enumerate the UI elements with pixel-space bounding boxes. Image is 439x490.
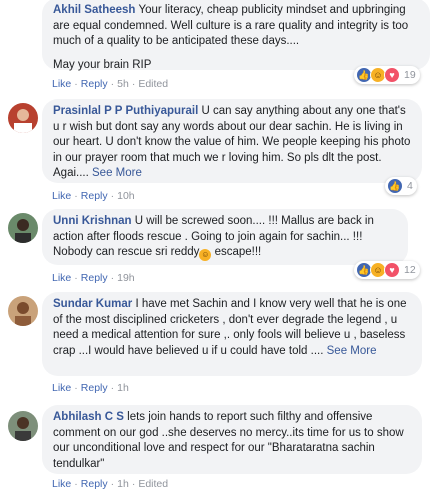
comment-actions: Like · Reply · 1h · Edited <box>52 478 169 490</box>
comment-author[interactable]: Unni Krishnan <box>53 215 132 227</box>
comment-actions: Like · Reply · 10h <box>52 190 135 202</box>
comment-time[interactable]: 19h <box>117 272 135 284</box>
love-icon: ♥ <box>384 262 400 278</box>
like-link[interactable]: Like <box>52 478 71 490</box>
comment-author[interactable]: Sundar Kumar <box>53 298 132 310</box>
avatar[interactable] <box>8 296 38 326</box>
laughing-emoji-icon: ☺ <box>199 249 212 261</box>
reaction-summary[interactable]: 👍 ☺ ♥ 19 <box>354 66 420 84</box>
reaction-summary[interactable]: 👍 4 <box>385 177 417 195</box>
like-link[interactable]: Like <box>52 272 71 284</box>
reaction-count: 19 <box>404 69 416 81</box>
reaction-count: 12 <box>404 264 416 276</box>
comment-author[interactable]: Abhilash C S <box>53 411 124 423</box>
reply-link[interactable]: Reply <box>81 478 108 490</box>
avatar[interactable] <box>8 411 38 441</box>
edited-label[interactable]: Edited <box>138 478 168 490</box>
comment-time[interactable]: 10h <box>117 190 135 202</box>
see-more-link[interactable]: See More <box>327 345 377 357</box>
comment-bubble: Unni Krishnan U will be screwed soon....… <box>42 209 408 265</box>
comment-time[interactable]: 1h <box>117 478 129 490</box>
reply-link[interactable]: Reply <box>81 78 108 90</box>
avatar[interactable] <box>8 103 38 133</box>
like-link[interactable]: Like <box>52 190 71 202</box>
comment-bubble: Prasinlal P P Puthiyapurail U can say an… <box>42 99 422 183</box>
comment-bubble: Akhil Satheesh Your literacy, cheap publ… <box>42 0 430 71</box>
like-icon: 👍 <box>387 178 403 194</box>
comment-actions: Like · Reply · 1h <box>52 382 129 394</box>
comment-actions: Like · Reply · 5h · Edited <box>52 78 169 90</box>
comment-time[interactable]: 1h <box>117 382 129 394</box>
see-more-link[interactable]: See More <box>92 167 142 179</box>
comment-time[interactable]: 5h <box>117 78 129 90</box>
like-link[interactable]: Like <box>52 78 71 90</box>
reply-link[interactable]: Reply <box>81 382 108 394</box>
reaction-count: 4 <box>407 180 413 192</box>
comment-bubble: Abhilash C S lets join hands to report s… <box>42 405 422 474</box>
edited-label[interactable]: Edited <box>138 78 168 90</box>
like-link[interactable]: Like <box>52 382 71 394</box>
avatar[interactable] <box>8 213 38 243</box>
comment-author[interactable]: Akhil Satheesh <box>53 4 135 16</box>
comment-actions: Like · Reply · 19h <box>52 272 135 284</box>
reaction-summary[interactable]: 👍 ☺ ♥ 12 <box>354 261 420 279</box>
reply-link[interactable]: Reply <box>81 272 108 284</box>
comment-text-end: escape!!! <box>211 246 262 258</box>
comment-author[interactable]: Prasinlal P P Puthiyapurail <box>53 105 198 117</box>
love-icon: ♥ <box>384 67 400 83</box>
reply-link[interactable]: Reply <box>81 190 108 202</box>
comment-bubble: Sundar Kumar I have met Sachin and I kno… <box>42 292 422 376</box>
